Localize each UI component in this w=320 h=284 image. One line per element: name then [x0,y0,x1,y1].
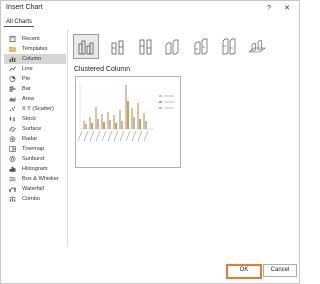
subtype-3d-100-stacked-column[interactable] [216,34,242,59]
3d-stacked-column-icon [194,38,208,55]
preview-legend [159,95,174,109]
sidebar-item-label: Box & Whisker [22,176,59,182]
sidebar-item-recent[interactable]: Recent [4,34,66,44]
bar-chart-icon [9,86,16,92]
sidebar-item-label: Pie [22,76,31,82]
treemap-chart-icon [9,146,16,152]
subtype-stacked-column[interactable] [104,34,130,59]
help-button[interactable]: ? [263,3,275,15]
radar-chart-icon [9,136,16,142]
chart-preview-thumbnail [77,83,174,142]
sidebar-item-label: Stock [22,116,36,122]
sunburst-chart-icon [9,156,16,162]
3d-100-stacked-column-icon [222,38,236,55]
sidebar-item-combo[interactable]: Combo [4,194,66,204]
sidebar-item-treemap[interactable]: Treemap [4,144,66,154]
pie-chart-icon [9,76,16,82]
3d-clustered-column-icon [165,39,179,55]
combo-chart-icon [9,196,16,202]
sidebar-item-templates[interactable]: Templates [4,44,66,54]
sidebar-item-label: Recent [22,36,40,42]
sidebar-item-histogram[interactable]: Histogram [4,164,66,174]
sidebar-item-line[interactable]: Line [4,64,66,74]
sidebar-item-label: Sunburst [22,156,45,162]
stock-chart-icon [9,116,15,122]
sidebar-item-label: Column [22,56,42,62]
line-chart-icon [9,66,16,72]
tab-strip: All Charts [1,17,299,29]
sidebar-item-surface[interactable]: Surface [4,124,66,134]
surface-chart-icon [9,126,16,132]
recent-icon [9,36,16,42]
tab-all-charts[interactable]: All Charts [4,18,35,27]
sidebar-item-bar[interactable]: Bar [4,84,66,94]
sidebar-item-label: Templates [22,46,48,52]
box-whisker-chart-icon [9,176,16,182]
chart-subtype-panel: Clustered Column [67,30,296,247]
chart-preview[interactable] [75,76,181,168]
preview-columns [83,85,147,129]
sidebar-item-label: Surface [22,126,42,132]
scatter-chart-icon [9,106,16,112]
sidebar-item-pie[interactable]: Pie [4,74,66,84]
selected-chart-title: Clustered Column [74,66,131,73]
folder-icon [9,46,16,52]
3d-column-icon [248,40,266,53]
subtype-3d-clustered-column[interactable] [160,34,186,59]
insert-chart-dialog: Insert Chart ? ✕ All Charts Recent Templ… [0,0,300,284]
sidebar-item-area[interactable]: Area [4,94,66,104]
stacked-column-icon [111,40,124,55]
title-bar: Insert Chart ? ✕ [1,1,299,17]
100-stacked-column-icon [139,39,152,55]
sidebar-item-stock[interactable]: Stock [4,114,66,124]
sidebar-item-column[interactable]: Column [4,54,66,64]
subtype-3d-column[interactable] [244,34,270,59]
clustered-column-icon [78,40,94,55]
ok-button[interactable]: OK [226,264,262,279]
sidebar-item-label: Radar [22,136,38,142]
dialog-title: Insert Chart [6,4,43,11]
sidebar-item-box-whisker[interactable]: Box & Whisker [4,174,66,184]
chart-type-list: Recent Templates Column Line Pie Bar Are… [4,32,66,247]
preview-category-labels [77,130,149,142]
dialog-footer: OK Cancel [1,257,299,283]
close-button[interactable]: ✕ [281,3,293,15]
sidebar-item-label: Histogram [22,166,48,172]
sidebar-item-label: Treemap [22,146,45,152]
sidebar-item-label: Area [22,96,34,102]
column-chart-icon [9,57,16,62]
sidebar-item-label: Bar [22,86,31,92]
subtype-100-stacked-column[interactable] [132,34,158,59]
waterfall-chart-icon [9,187,16,192]
sidebar-item-xy-scatter[interactable]: X Y (Scatter) [4,104,66,114]
sidebar-item-label: Line [22,66,33,72]
area-chart-icon [9,97,16,102]
sidebar-item-label: X Y (Scatter) [22,106,54,112]
sidebar-item-label: Combo [22,196,41,202]
histogram-chart-icon [9,166,16,172]
sidebar-item-sunburst[interactable]: Sunburst [4,154,66,164]
cancel-button[interactable]: Cancel [263,264,297,277]
sidebar-item-label: Waterfall [22,186,44,192]
subtype-3d-stacked-column[interactable] [188,34,214,59]
sidebar-item-radar[interactable]: Radar [4,134,66,144]
subtype-clustered-column[interactable] [73,34,99,59]
sidebar-item-waterfall[interactable]: Waterfall [4,184,66,194]
